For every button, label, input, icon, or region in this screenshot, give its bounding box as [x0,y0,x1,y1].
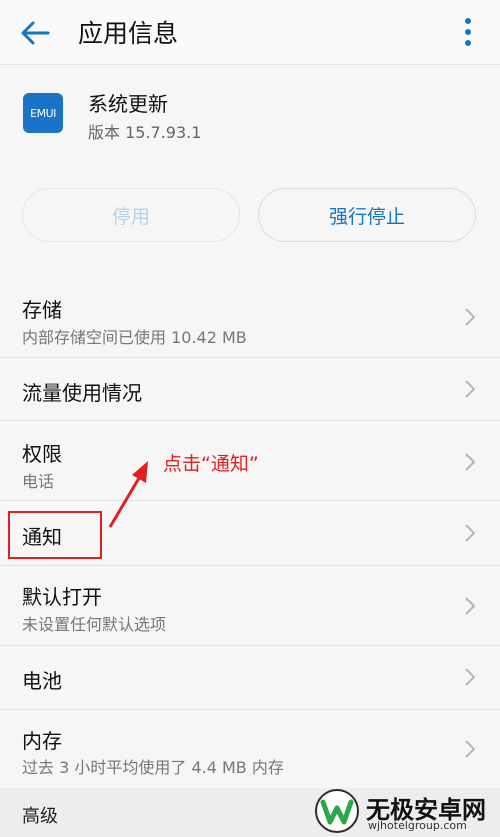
more-vertical-icon[interactable] [454,14,482,50]
section-label: 高级 [22,806,58,827]
page-title: 应用信息 [78,19,179,48]
list-item-title: 内存 [22,729,62,753]
chevron-right-icon [465,524,476,542]
force-stop-button[interactable]: 强行停止 [258,188,476,242]
disable-button[interactable]: 停用 [22,188,240,242]
list-item-subtitle: 电话 [22,472,55,491]
chevron-right-icon [465,740,476,758]
header-divider [0,64,500,65]
annotation-highlight-box [8,511,102,559]
app-icon-text: EMUI [30,106,56,120]
list-item-open-by-default[interactable]: 默认打开 未设置任何默认选项 [0,566,500,645]
list-item-data-usage[interactable]: 流量使用情况 [0,358,500,420]
list-item-title: 电池 [22,669,62,693]
chevron-right-icon [465,308,476,326]
annotation-arrow-icon [108,461,148,528]
list-item-battery[interactable]: 电池 [0,646,500,709]
list-item-memory[interactable]: 内存 过去 3 小时平均使用了 4.4 MB 内存 [0,710,500,788]
app-icon: EMUI [23,93,63,133]
list-item-title: 默认打开 [22,585,102,609]
watermark: 无极安卓网 wjhotelgroup.com [314,786,500,837]
chevron-right-icon [465,380,476,398]
list-item-storage[interactable]: 存储 内部存储空间已使用 10.42 MB [0,276,500,357]
app-bar: 应用信息 [0,0,500,64]
app-version: 版本 15.7.93.1 [88,123,202,142]
app-name: 系统更新 [88,92,168,116]
watermark-logo-icon [315,789,359,833]
list-item-subtitle: 未设置任何默认选项 [22,615,167,634]
watermark-url: wjhotelgroup.com [368,819,467,832]
chevron-right-icon [465,668,476,686]
list-item-subtitle: 过去 3 小时平均使用了 4.4 MB 内存 [22,758,284,777]
chevron-right-icon [465,453,476,471]
list-item-title: 流量使用情况 [22,381,142,405]
arrow-left-icon[interactable] [18,16,52,50]
annotation-label: 点击“通知” [163,453,259,475]
list-item-subtitle: 内部存储空间已使用 10.42 MB [22,328,247,347]
list-item-title: 权限 [22,442,62,466]
list-item-title: 存储 [22,298,62,322]
chevron-right-icon [465,597,476,615]
